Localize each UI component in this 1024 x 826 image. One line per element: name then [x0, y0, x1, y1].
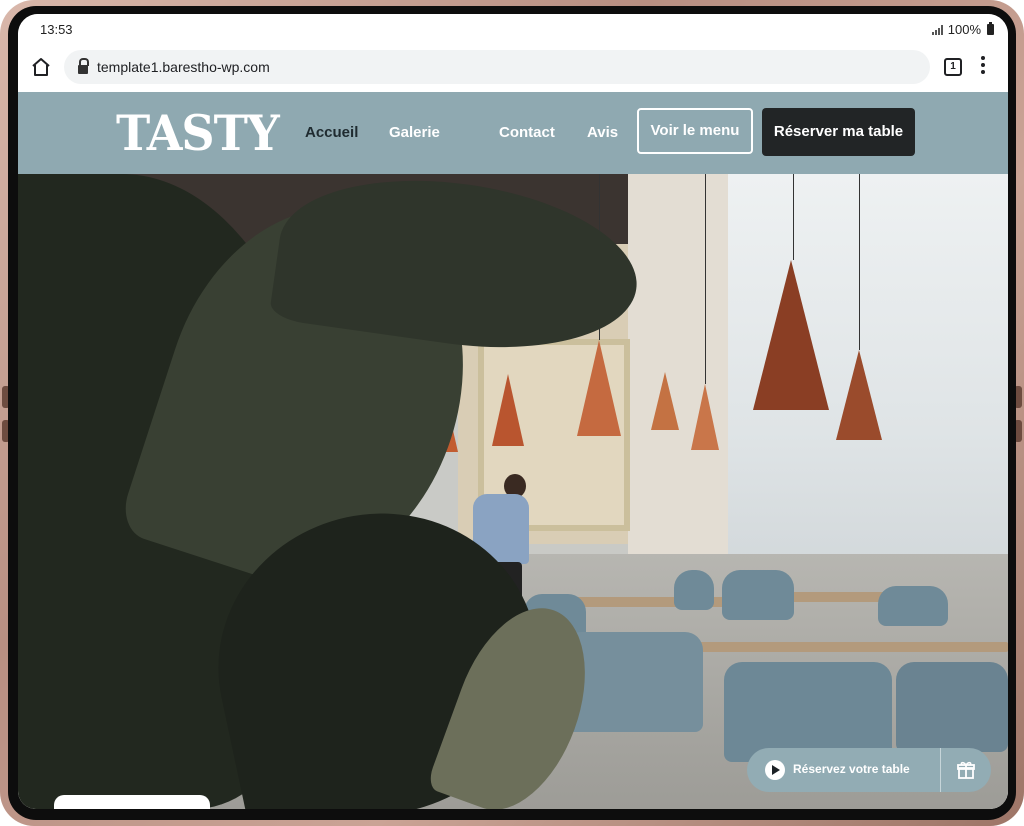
floating-reserve-widget[interactable]: Réservez votre table: [747, 748, 991, 792]
lock-icon: [78, 57, 89, 74]
divider: [940, 748, 941, 792]
lamp-wire: [859, 174, 860, 350]
nav-avis[interactable]: Avis: [587, 124, 618, 141]
battery-percent: 100%: [947, 22, 981, 37]
address-bar[interactable]: template1.barestho-wp.com: [64, 50, 930, 84]
floating-reserve-label[interactable]: Réservez votre table: [793, 762, 910, 776]
chair: [896, 662, 1008, 752]
pendant-lamp: [492, 374, 524, 446]
chair: [722, 570, 794, 620]
play-icon: [765, 760, 785, 780]
pendant-lamp: [691, 384, 719, 450]
site-header: TASTY Accueil Galerie Contact Avis Voir …: [18, 92, 1008, 174]
pendant-lamp: [753, 260, 829, 410]
home-icon[interactable]: [30, 56, 52, 78]
dining-table: [790, 592, 890, 602]
status-right: 100%: [931, 22, 994, 37]
nav-contact[interactable]: Contact: [499, 124, 555, 141]
lamp-wire: [793, 174, 794, 260]
chair: [674, 570, 714, 610]
reserve-table-button[interactable]: Réserver ma table: [762, 108, 915, 156]
pendant-lamp: [577, 340, 621, 436]
signal-icon: [931, 24, 944, 35]
browser-toolbar: template1.barestho-wp.com 1: [18, 44, 1008, 92]
site-logo[interactable]: TASTY: [116, 105, 280, 162]
more-vert-icon[interactable]: [980, 56, 986, 76]
pendant-lamp: [836, 350, 882, 440]
battery-icon: [987, 22, 994, 35]
tabs-icon[interactable]: 1: [944, 58, 962, 76]
status-bar: 13:53 100%: [18, 14, 1008, 44]
gift-icon[interactable]: [956, 760, 976, 780]
wall-sconce: [651, 372, 679, 430]
view-menu-button[interactable]: Voir le menu: [637, 108, 753, 154]
screen: 13:53 100% template1.barestho-wp.com 1 T…: [18, 14, 1008, 809]
bottom-sheet-handle[interactable]: [54, 795, 210, 809]
nav-galerie[interactable]: Galerie: [389, 124, 440, 141]
lamp-wire: [705, 174, 706, 384]
dining-table: [661, 642, 1008, 652]
url-text[interactable]: template1.barestho-wp.com: [97, 59, 270, 75]
nav-accueil[interactable]: Accueil: [305, 124, 358, 141]
status-time: 13:53: [40, 22, 73, 37]
hero-image: [18, 174, 1008, 809]
chair: [724, 662, 892, 762]
chair: [878, 586, 948, 626]
